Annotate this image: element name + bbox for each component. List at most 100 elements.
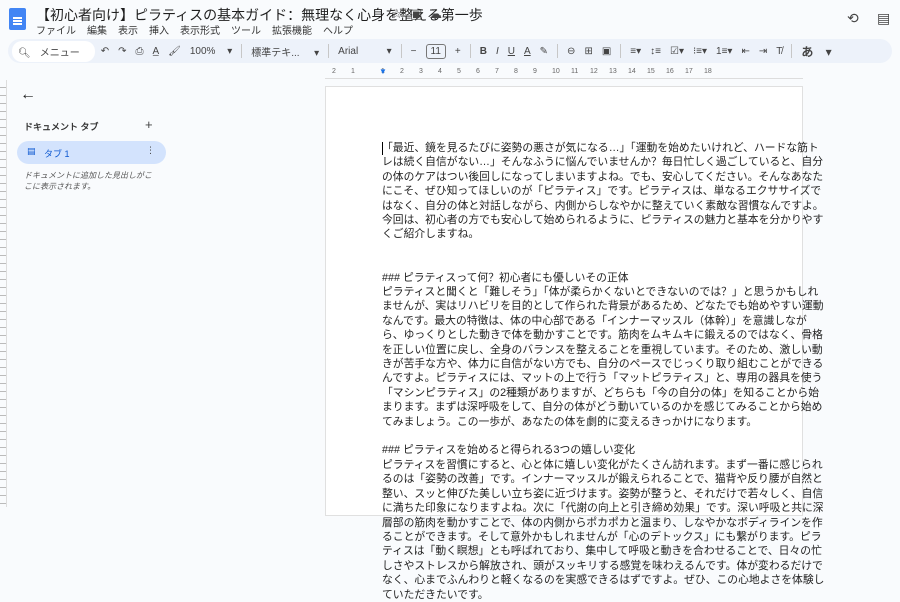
ruler-tick-label: 17 bbox=[685, 68, 693, 75]
text-line: ていただきたいです。 bbox=[382, 588, 489, 601]
link-icon[interactable]: ⊖ bbox=[567, 46, 575, 57]
text-line: ることができます。そして意外かもしれませんが「心のデトックス」にも繋がります。ピ… bbox=[382, 530, 822, 543]
ruler-tick-label: 2 bbox=[400, 68, 404, 75]
heading-benefits: ### ピラティスを始めると得られる3つの嬉しい変化 bbox=[382, 444, 636, 457]
back-arrow-icon[interactable]: ← bbox=[20, 86, 36, 104]
clear-formatting-icon[interactable]: T̸ bbox=[776, 46, 782, 57]
redo-icon[interactable]: ↷ bbox=[118, 46, 126, 57]
bold-icon[interactable]: B bbox=[480, 46, 487, 57]
ruler-tick-label: 15 bbox=[647, 68, 655, 75]
document-tabs-header: ドキュメント タブ bbox=[24, 122, 99, 132]
menu-help[interactable]: ヘルプ bbox=[323, 22, 353, 37]
tab-label: タブ 1 bbox=[44, 149, 70, 159]
input-tools-button[interactable]: あ ▾ bbox=[801, 43, 831, 60]
text-color-icon[interactable]: A bbox=[524, 46, 531, 57]
undo-icon[interactable]: ↶ bbox=[101, 46, 109, 57]
ruler-tick-label: 8 bbox=[514, 68, 518, 75]
cloud-status-icon[interactable]: ☁ bbox=[429, 6, 442, 22]
ruler-tick-label: 7 bbox=[495, 68, 499, 75]
ruler-tick-label: 14 bbox=[628, 68, 636, 75]
history-icon[interactable]: ⟲ bbox=[847, 10, 859, 27]
add-tab-icon[interactable]: + bbox=[145, 117, 153, 132]
text-line: 「最近、鏡を見るたびに姿勢の悪さが気になる…」「運動を始めたいけれど、ハードな筋… bbox=[382, 142, 819, 154]
text-line: んですよ。ピラティスには、マットの上で行う「マットピラティス」と、専用の器具を使… bbox=[382, 372, 823, 385]
docs-logo[interactable] bbox=[9, 8, 26, 30]
text-line: 層部の筋肉を動かすことで、体の内側からポカポカと温まり、しなやかなボディラインを… bbox=[382, 516, 823, 529]
text-line: の体のケアはつい後回しになってしまいますよね。でも、安心してください。そんなあな… bbox=[382, 170, 824, 183]
paragraph-what-is-pilates: ピラティスと聞くと「難しそう」「体が柔らかくないとできないのでは？」と思うかもし… bbox=[382, 285, 824, 429]
menu-tools[interactable]: ツール bbox=[231, 22, 261, 37]
ruler-tick-label: 9 bbox=[533, 68, 537, 75]
style-select[interactable]: 標準テキ... ▾ bbox=[251, 44, 319, 59]
print-icon[interactable]: ⎙ bbox=[135, 46, 143, 57]
checklist-icon[interactable]: ☑▾ bbox=[670, 46, 684, 57]
zoom-select[interactable]: 100% ▾ bbox=[190, 46, 232, 57]
text-line: にこそ、ぜひ知ってほしいのが「ピラティス」です。ピラティスは、単なるエクササイズ… bbox=[382, 185, 822, 198]
increase-size-button[interactable]: + bbox=[455, 46, 461, 57]
ruler-tick-label: 11 bbox=[571, 68, 579, 75]
ruler-tick-label: 3 bbox=[419, 68, 423, 75]
text-line: を正しい位置に戻し、全身のバランスを整えることを重視しています。そのため、激しい… bbox=[382, 343, 823, 356]
decrease-size-button[interactable]: − bbox=[411, 46, 417, 57]
menu-insert[interactable]: 挿入 bbox=[149, 22, 169, 37]
menu-format[interactable]: 表示形式 bbox=[180, 22, 220, 37]
star-icon[interactable]: ☆ bbox=[391, 6, 403, 22]
text-line: ピラティスを習慣にすると、心と体に嬉しい変化がたくさん訪れます。まず一番に感じら… bbox=[382, 458, 823, 471]
paint-format-icon[interactable]: 🖌︎ bbox=[168, 46, 181, 57]
ruler-tick-label: 12 bbox=[590, 68, 598, 75]
align-icon[interactable]: ≡▾ bbox=[630, 46, 641, 57]
search-icon: 🔍︎ bbox=[18, 47, 31, 59]
bullet-list-icon[interactable]: ⁝≡▾ bbox=[693, 46, 707, 57]
divider bbox=[241, 44, 243, 58]
menu-search[interactable]: 🔍︎ メニュー bbox=[12, 40, 95, 62]
numbered-list-icon[interactable]: 1≡▾ bbox=[716, 46, 732, 57]
text-line: てみましょう。この一歩が、あなたの体を劇的に変えるきっかけになります。 bbox=[382, 415, 758, 428]
more-options-icon[interactable]: ⋮ bbox=[146, 145, 155, 156]
divider bbox=[620, 44, 622, 58]
tab-1[interactable]: ▤ タブ 1 ⋮ bbox=[17, 141, 166, 164]
document-body[interactable]: 「最近、鏡を見るたびに姿勢の悪さが気になる…」「運動を始めたいけれど、ハードな筋… bbox=[382, 141, 824, 602]
ruler-tick-label: 10 bbox=[552, 68, 560, 75]
ruler-tick-label: 16 bbox=[666, 68, 674, 75]
horizontal-ruler[interactable]: 2 1 1 2 3 4 5 6 7 8 9 10 11 12 13 14 15 16 17 18 ▼ bbox=[325, 67, 803, 79]
move-folder-icon[interactable]: ▣ bbox=[410, 6, 422, 22]
menu-extensions[interactable]: 拡張機能 bbox=[272, 22, 312, 37]
text-line: なんです。最大の特徴は、体の中心部である「インナーマッスル（体幹）」を意識しなが bbox=[382, 314, 807, 327]
outline-hint: ドキュメントに追加した見出しがここに表示されます。 bbox=[24, 171, 152, 191]
paragraph-intro: 「最近、鏡を見るたびに姿勢の悪さが気になる…」「運動を始めたいけれど、ハードな筋… bbox=[382, 141, 824, 242]
indent-marker[interactable]: ▼ bbox=[379, 67, 387, 76]
text-line: ら、ゆっくりとした動きで体を動かすことです。筋肉をムキムキに鍛えるのではなく、骨… bbox=[382, 329, 823, 342]
vertical-ruler[interactable] bbox=[0, 80, 7, 507]
text-line: まります。まずは深呼吸をして、自分の体がどう動いているのかを感じてみることから始… bbox=[382, 401, 823, 414]
insert-image-icon[interactable]: ▣ bbox=[602, 46, 611, 57]
font-select[interactable]: Arial ▾ bbox=[338, 46, 391, 57]
paragraph-benefits: ピラティスを習慣にすると、心と体に嬉しい変化がたくさん訪れます。まず一番に感じら… bbox=[382, 458, 824, 602]
italic-icon[interactable]: I bbox=[496, 46, 499, 57]
font-size-input[interactable]: 11 bbox=[425, 43, 446, 59]
menu-edit[interactable]: 編集 bbox=[87, 22, 107, 37]
increase-indent-icon[interactable]: ⇥ bbox=[759, 46, 767, 57]
menu-file[interactable]: ファイル bbox=[36, 22, 76, 37]
ruler-tick-label: 18 bbox=[704, 68, 712, 75]
text-line: レは続く自信がない…」そんなふうに悩んでいませんか？毎日忙しく過ごしていると、自… bbox=[382, 156, 824, 169]
text-line: 今回は、初心者の方でも安心して始められるように、ピラティスの魅力と基本を分かりや… bbox=[382, 214, 824, 227]
text-line: なく、心までふんわりと軽くなるのを実感できるはずですよ。ぜひ、この心地よさを体験… bbox=[382, 574, 825, 587]
text-line: ピラティスと聞くと「難しそう」「体が柔らかくないとできないのでは？」と思うかもし… bbox=[382, 286, 819, 299]
text-line: 「マシンピラティス」の2種類がありますが、どちらも「今の自分の体」を知ることから… bbox=[382, 386, 820, 399]
ruler-tick-label: 1 bbox=[351, 68, 355, 75]
comments-icon[interactable]: ▤ bbox=[877, 10, 890, 27]
menu-view[interactable]: 表示 bbox=[118, 22, 138, 37]
decrease-indent-icon[interactable]: ⇤ bbox=[741, 46, 749, 57]
text-line: に満ちた印象になりますよね。次に「代謝の向上と引き締め効果」です。深い呼吸と共に… bbox=[382, 502, 824, 515]
text-line: るのは「姿勢の改善」です。インナーマッスルが鍛えられることで、猫背や反り腰が自然… bbox=[382, 473, 823, 486]
highlight-icon[interactable]: ✎ bbox=[540, 46, 548, 57]
underline-icon[interactable]: U bbox=[508, 46, 515, 57]
text-cursor bbox=[382, 142, 383, 155]
toolbar: 🔍︎ メニュー ↶ ↷ ⎙ A̲ 🖌︎ 100% ▾ 標準テキ... ▾ Aria… bbox=[8, 39, 892, 63]
add-comment-icon[interactable]: ⊞ bbox=[584, 46, 592, 57]
spellcheck-icon[interactable]: A̲ bbox=[152, 46, 159, 57]
ruler-tick-label: 2 bbox=[332, 68, 336, 75]
line-spacing-icon[interactable]: ↕≡ bbox=[650, 46, 661, 57]
menu-bar: ファイル 編集 表示 挿入 表示形式 ツール 拡張機能 ヘルプ bbox=[36, 22, 353, 37]
ruler-tick-label: 5 bbox=[457, 68, 461, 75]
